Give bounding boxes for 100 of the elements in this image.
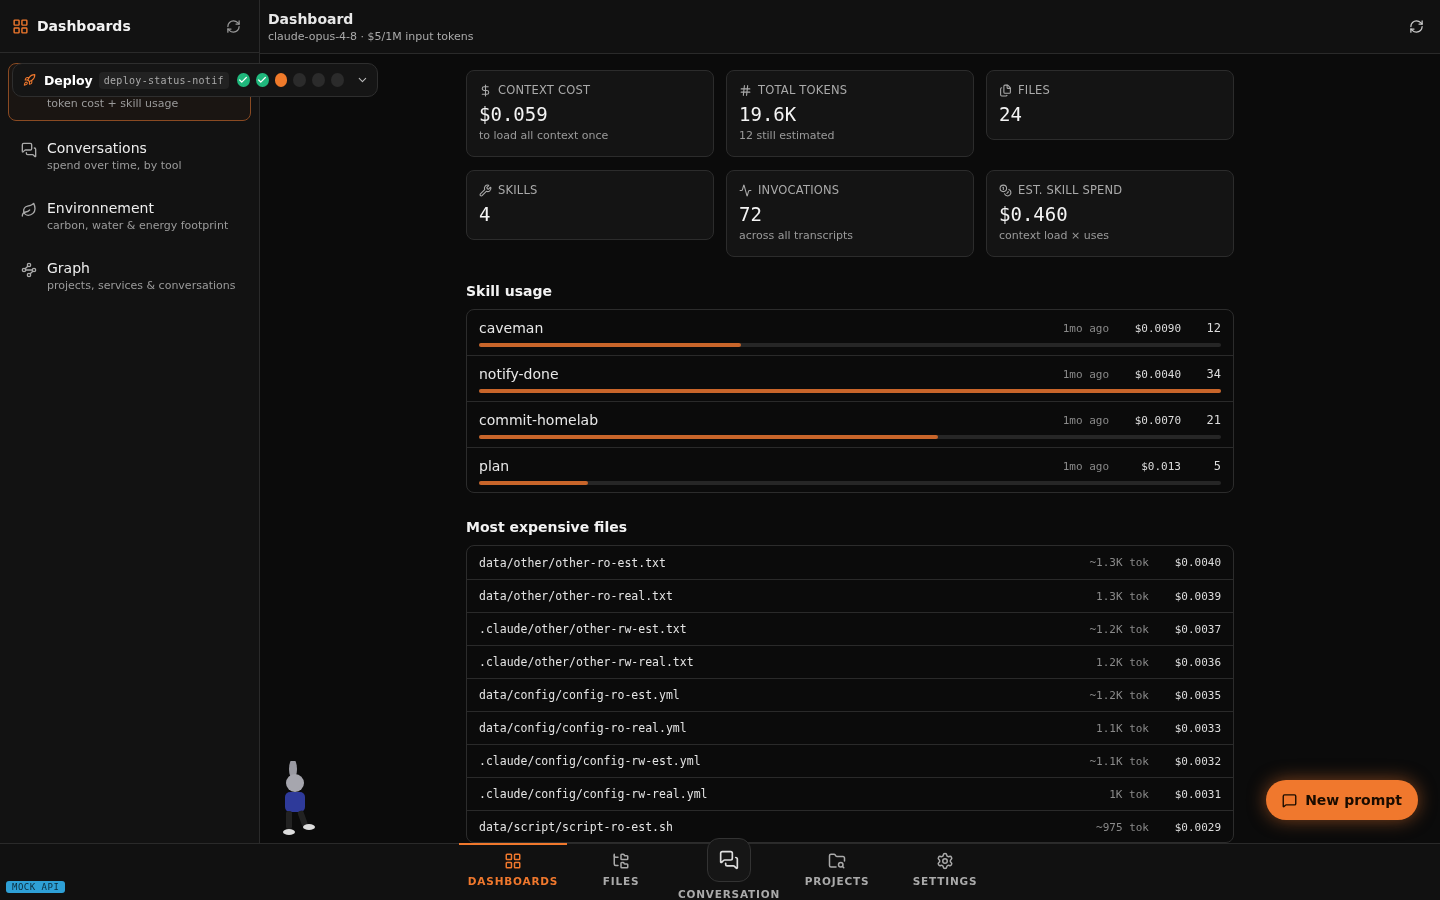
stat-icon bbox=[999, 83, 1012, 97]
file-path: .claude/other/other-rw-est.txt bbox=[479, 622, 688, 637]
sidebar-item[interactable]: Environnement carbon, water & energy footprint bbox=[8, 187, 251, 241]
skill-count: 21 bbox=[1205, 413, 1221, 427]
branch-name: deploy-status-notif bbox=[98, 71, 229, 89]
chat-icon bbox=[719, 850, 739, 870]
file-cost: $0.0032 bbox=[1173, 754, 1221, 768]
file-path: data/config/config-ro-real.yml bbox=[479, 721, 688, 736]
stat-note: to load all context once bbox=[479, 129, 610, 142]
sidebar-title: Dashboards bbox=[37, 18, 132, 34]
stat-note: context load × uses bbox=[999, 229, 1110, 242]
sidebar-item[interactable]: Conversations spend over time, by tool bbox=[8, 127, 251, 181]
sidebar-item-icon bbox=[21, 202, 37, 218]
file-tokens: ~1.2K tok bbox=[1089, 688, 1149, 702]
stat-value: 24 bbox=[999, 103, 1023, 125]
deploy-label: Deploy bbox=[43, 72, 93, 88]
sidebar-item-title: Environnement bbox=[47, 200, 155, 216]
sidebar-item-icon bbox=[21, 262, 37, 278]
chat-icon bbox=[1282, 792, 1298, 808]
file-cost: $0.0029 bbox=[1173, 820, 1221, 834]
stat-label: FILES bbox=[1018, 83, 1050, 97]
file-tokens: ~1.3K tok bbox=[1089, 556, 1149, 570]
file-tokens: 1.1K tok bbox=[1096, 721, 1149, 735]
file-tokens: 1.3K tok bbox=[1096, 589, 1149, 603]
nav-icon bbox=[612, 852, 630, 870]
skill-name: notify-done bbox=[479, 366, 560, 382]
last-used: 1mo ago bbox=[1062, 459, 1109, 473]
section-title: Skill usage bbox=[466, 283, 553, 299]
stat-value: $0.460 bbox=[999, 203, 1069, 225]
nav-tab[interactable]: DASHBOARDS bbox=[459, 843, 567, 900]
file-cost: $0.0037 bbox=[1173, 622, 1221, 636]
stat-label: CONTEXT COST bbox=[498, 83, 591, 97]
sidebar-item-icon bbox=[21, 142, 37, 158]
skill-cost: $0.0090 bbox=[1133, 321, 1181, 335]
sidebar-item-title: Graph bbox=[47, 260, 91, 276]
stat-icon bbox=[479, 83, 492, 97]
page-title: Dashboard bbox=[268, 10, 355, 27]
skill-count: 5 bbox=[1212, 459, 1221, 473]
page-subtitle: claude-opus-4-8 · $5/1M input tokens bbox=[268, 29, 475, 43]
file-tokens: ~1.2K tok bbox=[1089, 622, 1149, 636]
file-tokens: ~975 tok bbox=[1096, 820, 1149, 834]
refresh-icon[interactable] bbox=[1409, 19, 1424, 34]
stat-value: 4 bbox=[479, 203, 492, 225]
nav-icon bbox=[936, 852, 954, 870]
file-path: data/script/script-ro-est.sh bbox=[479, 820, 674, 835]
stat-label: INVOCATIONS bbox=[758, 183, 840, 197]
skill-cost: $0.0070 bbox=[1133, 413, 1181, 427]
stat-note: 12 still estimated bbox=[739, 129, 836, 142]
sidebar-item-subtitle: projects, services & conversations bbox=[47, 279, 236, 292]
last-used: 1mo ago bbox=[1062, 367, 1109, 381]
skill-cost: $0.013 bbox=[1140, 459, 1181, 473]
last-used: 1mo ago bbox=[1062, 413, 1109, 427]
stat-icon bbox=[739, 183, 752, 197]
file-tokens: ~1.1K tok bbox=[1089, 754, 1149, 768]
nav-icon bbox=[828, 852, 846, 870]
stat-value: 72 bbox=[739, 203, 763, 225]
file-cost: $0.0033 bbox=[1173, 721, 1221, 735]
stat-icon bbox=[479, 183, 492, 197]
deploy-status-menu[interactable]: Deploy deploy-status-notif bbox=[12, 63, 378, 97]
nav-tab[interactable]: FILES bbox=[567, 843, 675, 900]
mock-api-badge: MOCK API bbox=[6, 881, 66, 893]
last-used: 1mo ago bbox=[1062, 321, 1109, 335]
file-cost: $0.0040 bbox=[1173, 556, 1221, 570]
skill-name: plan bbox=[479, 458, 511, 474]
rocket-icon bbox=[23, 73, 36, 87]
sidebar-item-subtitle: spend over time, by tool bbox=[47, 159, 182, 172]
file-path: .claude/config/config-rw-est.yml bbox=[479, 754, 702, 769]
stat-label: EST. SKILL SPEND bbox=[1018, 183, 1123, 197]
nav-tab[interactable]: PROJECTS bbox=[783, 843, 891, 900]
file-cost: $0.0031 bbox=[1173, 787, 1221, 801]
dashboards-icon bbox=[12, 17, 29, 35]
skill-name: caveman bbox=[479, 320, 545, 336]
file-path: data/config/config-ro-est.yml bbox=[479, 688, 681, 703]
stat-label: TOTAL TOKENS bbox=[758, 83, 848, 97]
nav-icon bbox=[504, 852, 522, 870]
file-tokens: 1K tok bbox=[1109, 787, 1149, 801]
nav-tab[interactable]: CONVERSATION bbox=[675, 838, 783, 900]
file-path: .claude/other/other-rw-real.txt bbox=[479, 655, 695, 670]
stat-note: across all transcripts bbox=[739, 229, 855, 242]
skill-count: 12 bbox=[1205, 321, 1221, 335]
stat-icon bbox=[739, 83, 752, 97]
file-cost: $0.0039 bbox=[1173, 589, 1221, 603]
file-cost: $0.0036 bbox=[1173, 655, 1221, 669]
skill-cost: $0.0040 bbox=[1133, 367, 1181, 381]
nav-tab[interactable]: SETTINGS bbox=[891, 843, 999, 900]
stat-value: $0.059 bbox=[479, 103, 549, 125]
section-title: Most expensive files bbox=[466, 519, 629, 536]
skill-name: commit-homelab bbox=[479, 412, 599, 428]
sidebar-item-subtitle: carbon, water & energy footprint bbox=[47, 219, 229, 232]
skill-count: 34 bbox=[1205, 367, 1221, 381]
sidebar-item-title: Conversations bbox=[47, 140, 148, 156]
refresh-icon[interactable] bbox=[226, 18, 241, 34]
stat-value: 19.6K bbox=[739, 103, 798, 125]
stat-icon bbox=[999, 183, 1012, 197]
new-prompt-button[interactable]: New prompt bbox=[1266, 780, 1418, 820]
file-path: .claude/config/config-rw-real.yml bbox=[479, 787, 709, 802]
sidebar-item[interactable]: Graph projects, services & conversations bbox=[8, 247, 251, 301]
file-path: data/other/other-ro-real.txt bbox=[479, 589, 674, 604]
stat-label: SKILLS bbox=[498, 183, 538, 197]
file-tokens: 1.2K tok bbox=[1096, 655, 1149, 669]
